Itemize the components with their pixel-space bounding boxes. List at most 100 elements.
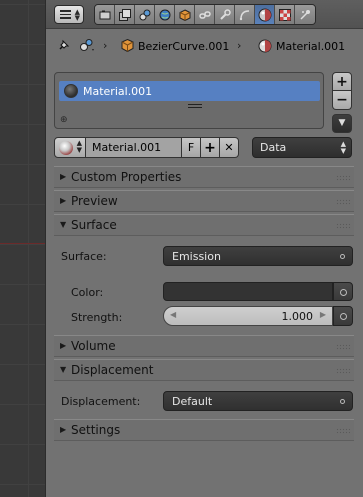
pin-icon[interactable] [57, 38, 71, 52]
strength-label: Strength: [71, 311, 123, 324]
surface-shader-value: Emission [172, 250, 221, 263]
emission-color-swatch[interactable] [163, 282, 333, 301]
render-layers-icon [118, 8, 131, 21]
panel-title: Preview [71, 194, 118, 208]
expand-triangle-icon: ▶ [60, 172, 67, 181]
surface-label: Surface: [61, 250, 107, 263]
material-icon [258, 39, 272, 53]
path-object-name: BezierCurve.001 [138, 40, 230, 53]
tab-texture[interactable] [275, 5, 295, 24]
add-slot-button[interactable]: + [332, 72, 352, 91]
fake-user-button[interactable]: F [182, 137, 201, 158]
drag-grip-icon[interactable] [336, 223, 350, 229]
properties-editor-icon [60, 10, 71, 19]
collapse-triangle-icon: ▼ [60, 220, 67, 229]
panel-title: Volume [71, 339, 116, 353]
drag-grip-icon[interactable] [336, 175, 350, 181]
strength-node-link-button[interactable] [333, 306, 353, 326]
strength-field[interactable]: ◀ 1.000 ▶ [163, 306, 333, 326]
strength-value: 1.000 [281, 310, 314, 323]
tab-material[interactable] [255, 5, 275, 24]
panel-title: Settings [71, 423, 121, 437]
chevron-updown-icon: ▲ ▼ [340, 140, 346, 155]
material-preview-icon [64, 84, 78, 98]
color-node-link-button[interactable] [333, 282, 353, 301]
drag-grip-icon[interactable] [336, 368, 350, 374]
material-name-field[interactable]: Material.001 [86, 137, 182, 158]
constraints-icon [198, 10, 211, 19]
tab-render[interactable] [95, 5, 115, 24]
object-icon [179, 8, 190, 21]
tab-modifiers[interactable] [215, 5, 235, 24]
editor-type-button[interactable]: ▲ ▼ [54, 5, 84, 24]
3d-viewport[interactable] [0, 0, 45, 497]
surface-shader-dropdown[interactable]: Emission [163, 246, 353, 266]
particles-icon [300, 9, 310, 20]
panel-displacement[interactable]: ▼ Displacement [54, 359, 354, 381]
texture-icon [278, 8, 291, 21]
scene-icon [139, 9, 150, 20]
properties-header: ▲ ▼ [46, 0, 363, 29]
drag-grip-icon[interactable] [336, 344, 350, 350]
tab-render-layers[interactable] [115, 5, 135, 24]
tab-constraints[interactable] [195, 5, 215, 24]
tab-particles[interactable] [295, 5, 315, 24]
panel-custom-properties[interactable]: ▶ Custom Properties [54, 166, 354, 188]
material-slot-list[interactable]: Material.001 ⊕ [54, 72, 324, 129]
node-link-icon [340, 399, 345, 404]
link-type-dropdown[interactable]: Data ▲ ▼ [252, 137, 352, 158]
panel-title: Custom Properties [71, 170, 182, 184]
material-slot-label: Material.001 [83, 85, 153, 98]
browse-material-button[interactable]: ▲ ▼ [54, 137, 86, 158]
expand-triangle-icon: ▶ [60, 196, 67, 205]
world-icon [159, 9, 170, 20]
expand-triangle-icon: ▶ [60, 341, 67, 350]
x-axis-line [0, 243, 45, 244]
path-material-name: Material.001 [276, 40, 346, 53]
modifiers-icon [219, 8, 231, 20]
panel-volume[interactable]: ▶ Volume [54, 335, 354, 357]
displacement-value: Default [172, 395, 213, 408]
panel-title: Displacement [71, 363, 154, 377]
material-icon [59, 141, 73, 155]
slot-buttons: + − ▼ [332, 72, 352, 133]
context-path: › BezierCurve.001 › Material.001 [46, 34, 363, 58]
collapse-triangle-icon: ▼ [60, 365, 67, 374]
drag-grip-icon[interactable] [336, 428, 350, 434]
chevron-updown-icon: ▲ ▼ [74, 8, 80, 22]
path-separator: › [237, 39, 242, 52]
curve-data-icon [239, 9, 249, 20]
new-material-button[interactable]: + [201, 137, 220, 158]
link-type-value: Data [260, 141, 287, 154]
context-tabs [94, 4, 316, 25]
displacement-label: Displacement: [61, 395, 141, 408]
node-link-icon [340, 254, 345, 259]
remove-slot-button[interactable]: − [332, 91, 352, 110]
decrement-arrow-icon[interactable]: ◀ [170, 310, 176, 319]
slot-specials-menu-button[interactable]: ▼ [332, 114, 352, 133]
panel-surface[interactable]: ▼ Surface [54, 214, 354, 236]
tab-object[interactable] [175, 5, 195, 24]
color-label: Color: [71, 286, 104, 299]
drag-grip-icon[interactable] [336, 199, 350, 205]
properties-editor: ▲ ▼ › BezierCurve.001 › Material.001 Mat… [45, 0, 363, 497]
tab-world[interactable] [155, 5, 175, 24]
tab-curve-data[interactable] [235, 5, 255, 24]
panel-title: Surface [71, 218, 117, 232]
panel-settings[interactable]: ▶ Settings [54, 419, 354, 441]
curve-object-icon [121, 39, 134, 52]
panel-preview[interactable]: ▶ Preview [54, 190, 354, 212]
list-resize-handle[interactable] [188, 104, 202, 108]
unlink-material-button[interactable]: ✕ [220, 137, 239, 158]
render-icon [99, 10, 110, 19]
chevron-updown-icon: ▲ ▼ [76, 139, 82, 154]
tab-scene[interactable] [135, 5, 155, 24]
material-slot-item[interactable]: Material.001 [59, 81, 320, 101]
material-icon [258, 8, 271, 21]
list-filter-icon[interactable]: ⊕ [60, 115, 68, 125]
increment-arrow-icon[interactable]: ▶ [320, 310, 326, 319]
displacement-dropdown[interactable]: Default [163, 391, 353, 411]
scene-icon [80, 39, 94, 51]
path-separator: › [103, 39, 108, 52]
expand-triangle-icon: ▶ [60, 425, 67, 434]
